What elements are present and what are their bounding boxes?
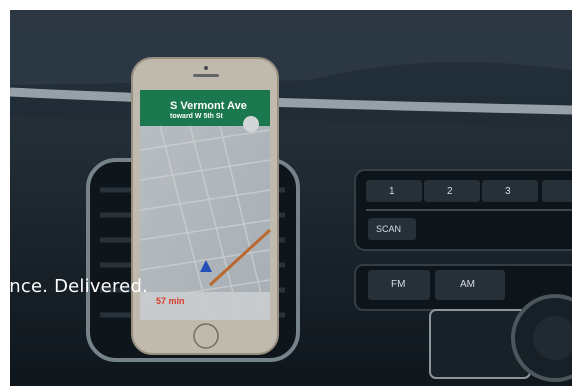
hero-photo: S Vermont Ave toward W 5th St 57 min 1 2… [10, 10, 572, 386]
nav-toward-text: toward W 5th St [170, 113, 223, 120]
nav-eta: 57 min [156, 296, 185, 306]
am-label: AM [460, 279, 475, 290]
nav-street-name: S Vermont Ave [170, 100, 247, 112]
scan-label: SCAN [376, 224, 402, 234]
hero-tagline: ence. Delivered. [0, 276, 148, 297]
preset-3-label: 3 [505, 186, 511, 197]
car-dashboard-image [10, 10, 572, 386]
fm-label: FM [391, 279, 406, 290]
preset-1-label: 1 [389, 186, 395, 197]
preset-2-label: 2 [447, 186, 453, 197]
